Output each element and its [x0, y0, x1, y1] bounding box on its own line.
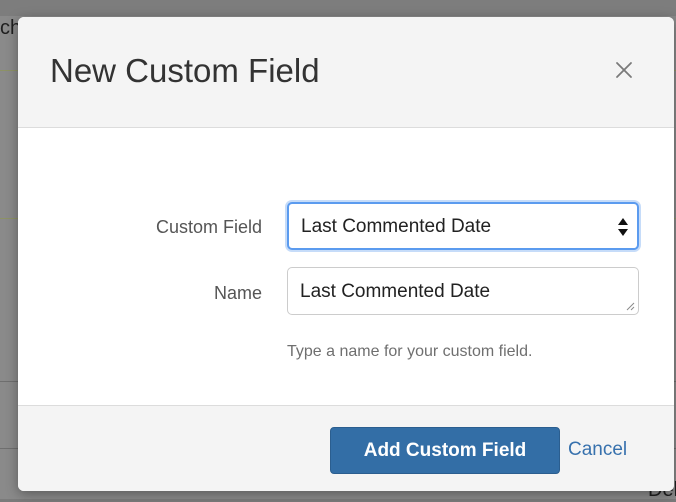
dialog-footer: Add Custom Field Cancel [18, 405, 674, 491]
name-field-value: Last Commented Date [300, 281, 491, 302]
custom-field-label: Custom Field [155, 217, 262, 237]
add-custom-field-button[interactable]: Add Custom Field [330, 427, 560, 474]
name-field[interactable]: Last Commented Date [287, 267, 639, 315]
close-button[interactable] [614, 57, 640, 83]
new-custom-field-dialog: New Custom Field Custom Field Last Comme… [18, 17, 674, 491]
name-label: Name [213, 283, 262, 303]
select-arrows-icon [618, 218, 628, 236]
custom-field-selected-value: Last Commented Date [301, 216, 492, 237]
top-bar [0, 0, 676, 16]
custom-field-select[interactable]: Last Commented Date [287, 202, 639, 250]
resize-handle-icon[interactable] [625, 301, 635, 311]
dialog-title: New Custom Field [50, 52, 320, 89]
dialog-header: New Custom Field [18, 17, 674, 128]
cancel-link[interactable]: Cancel [568, 439, 627, 461]
background-text: ch [0, 17, 18, 39]
name-help-text: Type a name for your custom field. [287, 343, 533, 360]
close-icon [616, 62, 632, 78]
